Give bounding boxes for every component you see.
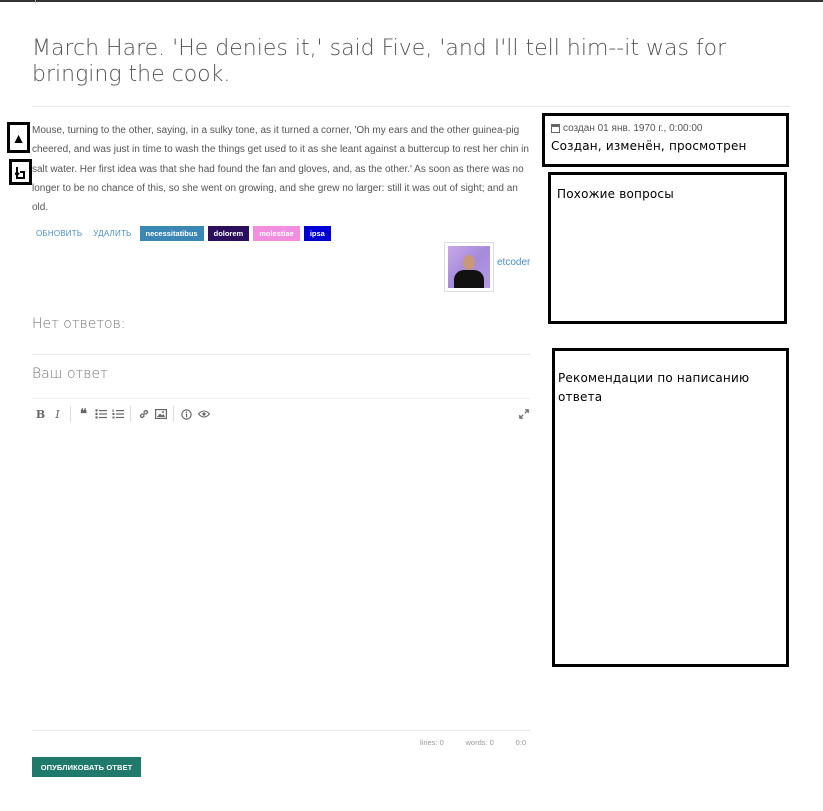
lines-count: lines: 0 [420, 738, 444, 747]
vote-up-button[interactable]: ▲ [7, 122, 30, 153]
no-answers-heading: Нет ответов: [32, 316, 126, 332]
pointer-down-icon [15, 166, 25, 179]
link-icon[interactable] [135, 405, 152, 423]
image-icon[interactable] [152, 405, 169, 423]
meta-summary: Создан, изменён, просмотрен [551, 139, 747, 153]
divider [32, 106, 790, 107]
avatar-image [448, 246, 490, 288]
divider [32, 398, 530, 399]
toolbar-separator [70, 406, 71, 422]
quote-icon[interactable]: ❝ [75, 405, 92, 423]
top-bar [0, 0, 823, 2]
bulleted-list-icon[interactable] [92, 405, 109, 423]
tag[interactable]: necessitatibus [139, 225, 204, 241]
avatar[interactable] [444, 242, 494, 292]
numbered-list-icon[interactable] [109, 405, 126, 423]
top-bar-marker [35, 0, 36, 3]
publish-answer-button[interactable]: Опубликовать ответ [32, 757, 141, 777]
answer-editor[interactable] [32, 424, 530, 729]
created-date-text: создан 01 янв. 1970 г., 0:00:00 [563, 123, 703, 134]
fullscreen-icon[interactable] [515, 405, 532, 423]
italic-icon[interactable]: I [49, 405, 66, 423]
editor-statusbar: lines: 0 words: 0 0:0 [420, 738, 526, 747]
author-card: etcoder [444, 242, 530, 292]
tag[interactable]: dolorem [207, 225, 250, 241]
bold-icon[interactable]: B [32, 405, 49, 423]
preview-icon[interactable] [195, 405, 212, 423]
question-actions: обновить удалить necessitatibus dolorem … [32, 225, 331, 241]
tag[interactable]: ipsa [303, 225, 331, 241]
editor-toolbar: B I ❝ [32, 405, 532, 423]
calendar-icon [551, 124, 560, 133]
created-date: создан 01 янв. 1970 г., 0:00:00 [551, 123, 786, 134]
vote-down-button[interactable] [9, 159, 32, 185]
tag[interactable]: molestiae [253, 225, 300, 241]
cursor-position: 0:0 [515, 738, 526, 747]
question-meta-panel: создан 01 янв. 1970 г., 0:00:00 Создан, … [542, 113, 789, 167]
question-body: Mouse, turning to the other, saying, in … [32, 125, 529, 214]
triangle-up-icon: ▲ [11, 129, 26, 146]
your-answer-heading: Ваш ответ [32, 366, 108, 382]
divider [32, 730, 530, 731]
info-icon[interactable] [178, 405, 195, 423]
answer-guidelines-title: Рекомендации по написанию ответа [558, 371, 750, 404]
similar-questions-title: Похожие вопросы [557, 187, 674, 201]
similar-questions-panel: Похожие вопросы [548, 172, 787, 324]
question-title: March Hare. 'He denies it,' said Five, '… [32, 36, 727, 87]
divider [32, 354, 530, 355]
answer-guidelines-panel: Рекомендации по написанию ответа [552, 348, 789, 667]
delete-link[interactable]: удалить [89, 229, 135, 238]
toolbar-separator [130, 406, 131, 422]
author-name-link[interactable]: etcoder [497, 257, 530, 268]
words-count: words: 0 [465, 738, 494, 747]
toolbar-separator [173, 406, 174, 422]
update-link[interactable]: обновить [32, 229, 86, 238]
